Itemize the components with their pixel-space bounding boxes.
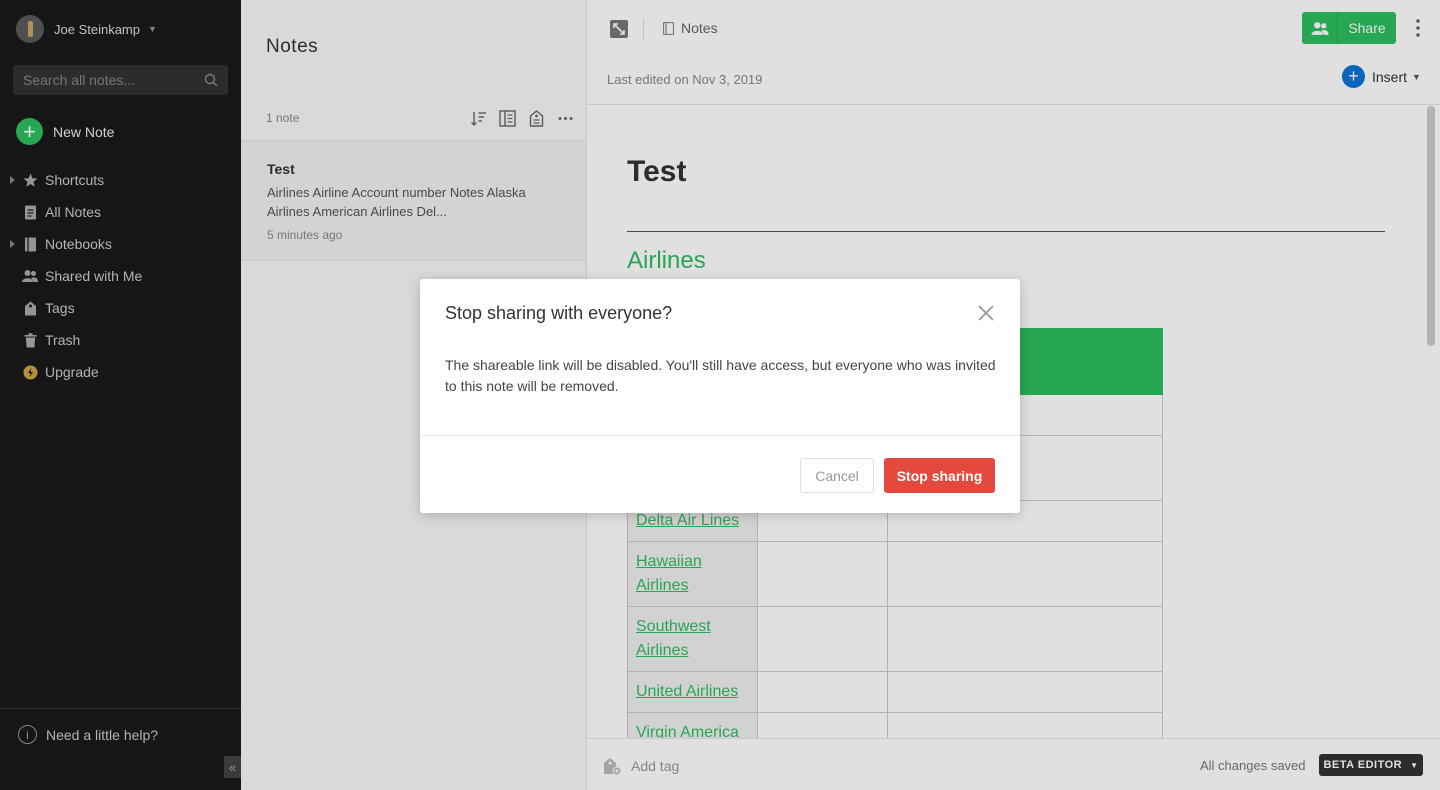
stop-sharing-dialog: Stop sharing with everyone? The shareabl… bbox=[420, 279, 1020, 513]
close-icon[interactable] bbox=[976, 303, 996, 323]
cancel-button[interactable]: Cancel bbox=[800, 458, 874, 493]
stop-sharing-button[interactable]: Stop sharing bbox=[884, 458, 995, 493]
dialog-body: The shareable link will be disabled. You… bbox=[445, 357, 996, 394]
divider bbox=[420, 435, 1020, 436]
dialog-title: Stop sharing with everyone? bbox=[445, 303, 673, 323]
